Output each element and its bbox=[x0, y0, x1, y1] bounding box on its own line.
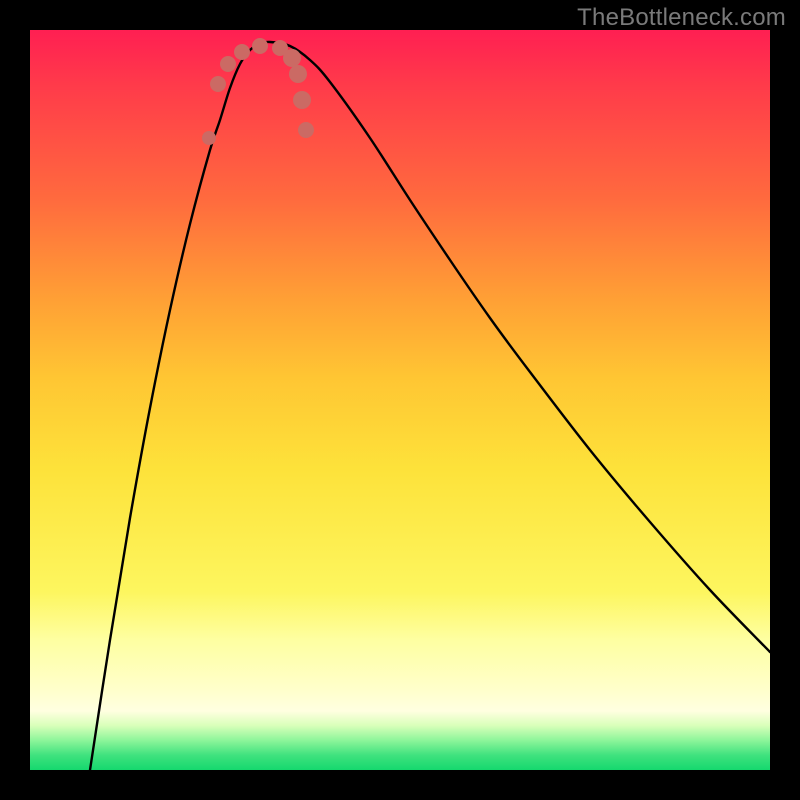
plot-area bbox=[30, 30, 770, 770]
data-marker bbox=[293, 91, 311, 109]
data-marker bbox=[234, 44, 250, 60]
data-markers bbox=[202, 38, 314, 145]
data-marker bbox=[298, 122, 314, 138]
data-marker bbox=[289, 65, 307, 83]
bottleneck-curve bbox=[90, 42, 770, 770]
outer-frame: TheBottleneck.com bbox=[0, 0, 800, 800]
data-marker bbox=[210, 76, 226, 92]
data-marker bbox=[252, 38, 268, 54]
data-marker bbox=[220, 56, 236, 72]
data-marker bbox=[202, 131, 216, 145]
chart-svg bbox=[30, 30, 770, 770]
watermark-text: TheBottleneck.com bbox=[577, 4, 786, 32]
data-marker bbox=[283, 49, 301, 67]
